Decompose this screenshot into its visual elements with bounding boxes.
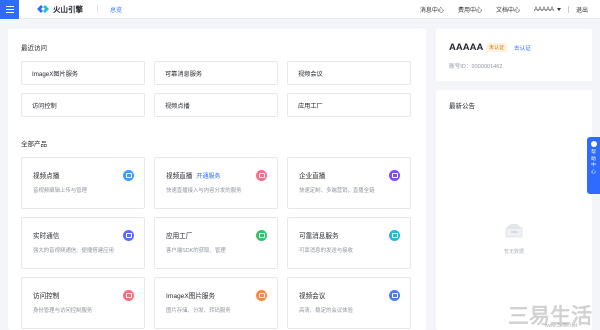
product-desc: 快速定制、多端营销，直播全链 <box>299 188 375 194</box>
help-icon <box>590 141 597 147</box>
divider <box>97 5 98 13</box>
empty-box-icon <box>505 224 523 238</box>
help-center-tab[interactable]: 帮 助 中 心 <box>587 137 600 194</box>
top-links: 消息中心 费用中心 文档中心 AAAAA 退出 <box>420 0 588 19</box>
product-card[interactable]: 访问控制 身份管理与访问控制服务 <box>21 277 145 329</box>
product-name: 企业直播 <box>299 173 326 180</box>
help-tab-char: 心 <box>591 169 596 175</box>
app-icon <box>256 230 267 241</box>
account-name: AAAAA <box>449 42 484 53</box>
account-id: 账号ID：2000001462 <box>449 64 503 70</box>
user-name: AAAAA <box>533 6 554 13</box>
product-card[interactable]: 视频直播 开通服务 快速直播接入与内容分发的服务 <box>154 157 278 209</box>
product-card[interactable]: 视频点播 音视频编辑上传与管理 <box>21 157 145 209</box>
product-name: 可靠消息服务 <box>299 233 339 240</box>
verify-link[interactable]: 去认证 <box>514 44 531 52</box>
product-desc: 可靠消息的发送与接收 <box>299 248 353 254</box>
video-icon <box>123 170 134 181</box>
product-name: 访问控制 <box>33 293 60 300</box>
live-icon <box>256 170 267 181</box>
menu-icon[interactable] <box>0 0 19 19</box>
product-name: 视频直播 <box>166 173 193 180</box>
empty-text: 暂无数据 <box>503 249 524 255</box>
product-card[interactable]: 视频会议 高清、稳定的会议体验 <box>287 277 411 329</box>
account-panel: AAAAA 未认证 去认证 账号ID：2000001462 <box>436 29 592 81</box>
activate-service-link[interactable]: 开通服务 <box>196 174 220 180</box>
product-name: 应用工厂 <box>166 233 193 240</box>
brand-name: 火山引擎 <box>53 4 83 14</box>
broadcast-icon <box>389 170 400 181</box>
product-name: ImageX图片服务 <box>166 293 216 300</box>
nav-overview[interactable]: 总览 <box>110 5 122 14</box>
product-desc: 身份管理与访问控制服务 <box>33 308 93 314</box>
product-name: 视频点播 <box>33 173 60 180</box>
divider <box>567 6 569 13</box>
product-card[interactable]: 企业直播 快速定制、多端营销，直播全链 <box>287 157 411 209</box>
recent-item[interactable]: 访问控制 <box>21 93 145 117</box>
link-billing-center[interactable]: 费用中心 <box>458 5 482 14</box>
link-docs-center[interactable]: 文档中心 <box>496 5 520 14</box>
main-panel: 最近访问 ImageX图片服务 可靠消息服务 视频会议 访问控制 视频点播 应用… <box>8 29 426 330</box>
top-bar: 火山引擎 总览 消息中心 费用中心 文档中心 AAAAA 退出 <box>0 0 600 19</box>
recent-title: 最近访问 <box>21 45 47 52</box>
logout-link[interactable]: 退出 <box>576 5 588 14</box>
recent-item[interactable]: 视频会议 <box>287 61 411 85</box>
product-desc: 音视频编辑上传与管理 <box>33 188 87 194</box>
product-desc: 高清、稳定的会议体验 <box>299 308 353 314</box>
recent-item[interactable]: 视频点播 <box>154 93 278 117</box>
notice-panel: 最新公告 暂无数据 <box>436 90 592 330</box>
link-message-center[interactable]: 消息中心 <box>420 5 444 14</box>
status-badge: 未认证 <box>486 43 508 52</box>
message-icon <box>389 230 400 241</box>
product-name-row: 视频直播 开通服务 <box>166 170 220 180</box>
product-desc: 强大的音视频通信、便捷搭建应用 <box>33 248 114 254</box>
volcano-logo-icon <box>37 5 49 13</box>
product-desc: 客户端SDK的获取、管理 <box>166 248 226 254</box>
user-menu[interactable]: AAAAA <box>534 7 561 13</box>
product-card[interactable]: ImageX图片服务 图片存储、分发、转码服务 <box>154 277 278 329</box>
products-title: 全部产品 <box>21 141 47 148</box>
product-card[interactable]: 可靠消息服务 可靠消息的发送与接收 <box>287 217 411 269</box>
product-desc: 图片存储、分发、转码服务 <box>166 308 231 314</box>
product-name: 实时通信 <box>33 233 60 240</box>
notice-title: 最新公告 <box>449 103 475 110</box>
chevron-down-icon <box>556 8 561 11</box>
brand-logo[interactable]: 火山引擎 <box>37 4 83 15</box>
product-desc: 快速直播接入与内容分发的服务 <box>166 188 242 194</box>
access-icon <box>123 290 134 301</box>
product-card[interactable]: 实时通信 强大的音视频通信、便捷搭建应用 <box>21 217 145 269</box>
product-card[interactable]: 应用工厂 客户端SDK的获取、管理 <box>154 217 278 269</box>
image-icon <box>256 290 267 301</box>
product-name: 视频会议 <box>299 293 326 300</box>
recent-item[interactable]: 可靠消息服务 <box>154 61 278 85</box>
meeting-icon <box>389 290 400 301</box>
rtc-icon <box>123 230 134 241</box>
recent-item[interactable]: ImageX图片服务 <box>21 61 145 85</box>
recent-item[interactable]: 应用工厂 <box>287 93 411 117</box>
